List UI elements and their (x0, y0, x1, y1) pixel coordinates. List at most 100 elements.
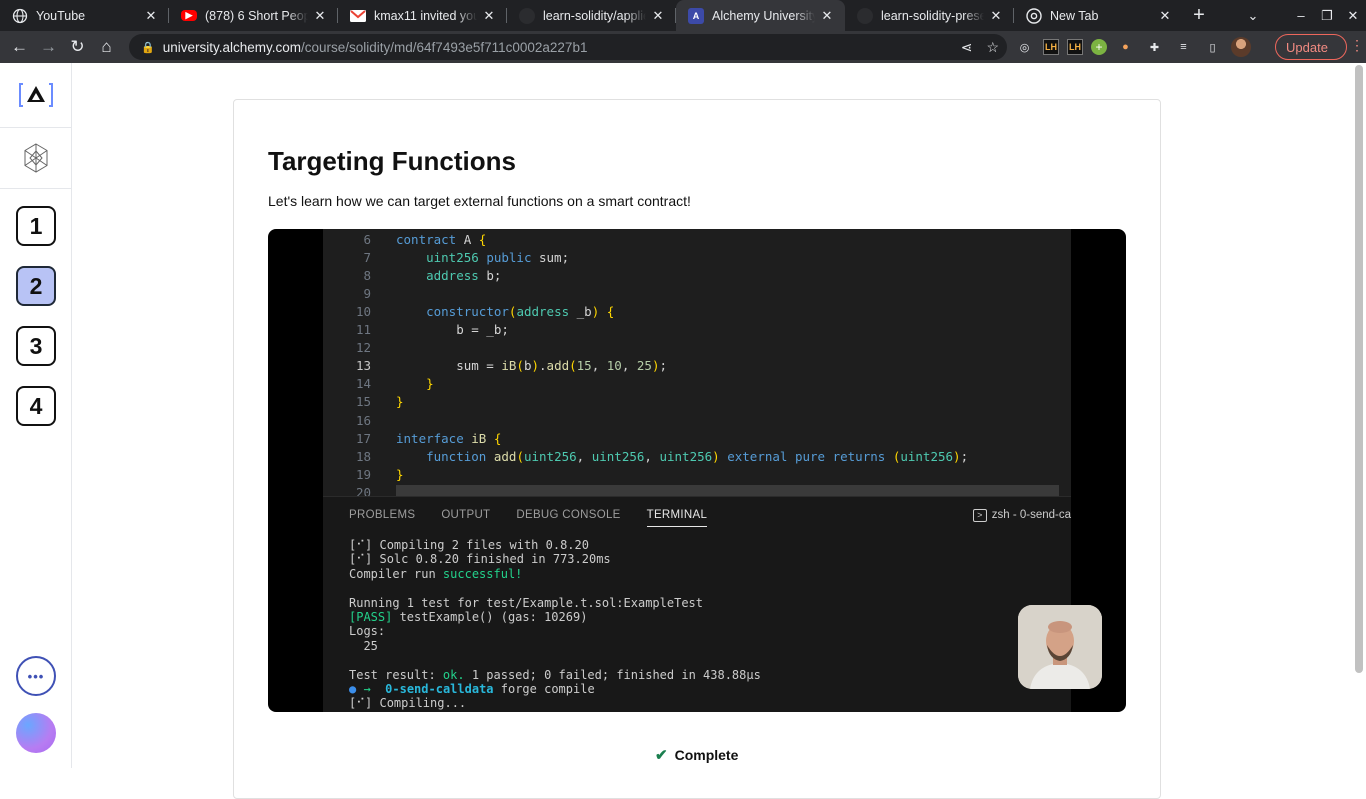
code-text: b = _b; (396, 322, 509, 338)
code-text: } (396, 466, 404, 482)
browser-tab[interactable]: learn-solidity-presen ✕ (845, 0, 1014, 31)
alchemy-logo-icon (18, 83, 53, 107)
chrome-menu-icon[interactable]: ⋮ (1350, 37, 1364, 54)
user-avatar[interactable] (16, 713, 56, 753)
checkmark-icon: ✔ (655, 747, 668, 764)
browser-tab-title: kmax11 invited you t (374, 8, 477, 23)
browser-tab[interactable]: kmax11 invited you t ✕ (338, 0, 507, 31)
course-sidebar: 1 2 3 4 ••• (0, 63, 72, 768)
video-frame-vscode: 6 contract A { 7 uint256 public sum; 8 addr… (323, 229, 1102, 712)
minimize-icon[interactable]: – (1288, 8, 1314, 23)
line-number: 10 (355, 304, 371, 320)
address-bar[interactable]: 🔒 university.alchemy.com/course/solidity… (129, 34, 1007, 60)
extension-target-icon[interactable]: ◎ (1014, 37, 1035, 58)
code-text: constructor(address _b) { (426, 304, 615, 320)
update-button[interactable]: Update (1275, 34, 1347, 60)
forward-icon[interactable]: → (34, 33, 63, 61)
lighthouse-icon[interactable]: LH (1067, 39, 1083, 55)
terminal-line: Test result: ok. 1 passed; 0 failed; fin… (349, 667, 761, 682)
panel-tab-output: OUTPUT (441, 509, 491, 521)
line-number: 8 (363, 268, 371, 284)
terminal-line: Logs: (349, 624, 386, 639)
youtube-icon: ▶ (181, 10, 197, 21)
extension-drop-icon[interactable]: ● (1115, 37, 1136, 58)
panel-tab-terminal: TERMINAL (646, 509, 708, 527)
page-scrollbar[interactable] (1352, 63, 1366, 768)
line-number: 16 (355, 412, 371, 428)
terminal-icon: > (972, 509, 987, 522)
close-tab-icon[interactable]: ✕ (650, 8, 666, 24)
code-text: address b; (426, 268, 502, 284)
code-editor: 6 contract A { 7 uint256 public sum; 8 addr… (323, 229, 1071, 500)
tab-search-icon[interactable]: ⌄ (1240, 8, 1266, 24)
step-1-button[interactable]: 1 (16, 206, 56, 246)
close-tab-icon[interactable]: ✕ (481, 8, 497, 24)
terminal-output: [⠊] Compiling 2 files with 0.8.20 [⠊] Sol… (349, 538, 761, 711)
browser-tab-title: YouTube (36, 8, 86, 23)
code-text: } (396, 394, 404, 410)
step-3-button[interactable]: 3 (16, 326, 56, 366)
line-number: 6 (363, 232, 371, 247)
close-tab-icon[interactable]: ✕ (312, 8, 328, 24)
lighthouse-icon[interactable]: LH (1043, 39, 1059, 55)
browser-tab[interactable]: YouTube ✕ (0, 0, 169, 31)
close-tab-icon[interactable]: ✕ (1157, 8, 1173, 24)
close-window-icon[interactable]: ✕ (1340, 8, 1366, 24)
extensions-puzzle-icon[interactable]: ✚ (1144, 37, 1165, 58)
profile-avatar[interactable] (1231, 37, 1251, 57)
browser-tab-title: Alchemy University (712, 8, 815, 23)
line-number: 7 (363, 250, 371, 266)
bookmark-star-icon[interactable]: ☆ (986, 39, 999, 56)
scrollbar-thumb[interactable] (1355, 65, 1363, 673)
new-tab-button[interactable]: + (1183, 0, 1215, 31)
step-4-button[interactable]: 4 (16, 386, 56, 426)
side-panel-icon[interactable]: ▯ (1202, 37, 1223, 58)
globe-icon (12, 8, 28, 24)
terminal-line: Compiler run successful! (349, 566, 523, 581)
close-tab-icon[interactable]: ✕ (819, 8, 835, 24)
code-text: } (426, 376, 434, 392)
lesson-video-player[interactable]: 6 contract A { 7 uint256 public sum; 8 addr… (268, 229, 1126, 712)
panel-tabs: PROBLEMS OUTPUT DEBUG CONSOLE TERMINAL (349, 509, 708, 527)
browser-tab-title: learn-solidity-presen (881, 8, 984, 23)
extensions-area: ◎ LH LH + ● ✚ ≡ ▯ (1014, 31, 1251, 63)
browser-tab-active[interactable]: A Alchemy University ✕ (676, 0, 845, 31)
editor-horizontal-scrollbar (396, 485, 1059, 496)
terminal-line: ● → 0-send-calldata forge compile (349, 681, 595, 696)
browser-tab[interactable]: ▶ (878) 6 Short People ✕ (169, 0, 338, 31)
close-tab-icon[interactable]: ✕ (143, 8, 159, 24)
terminal-line: [⠊] Compiling... (349, 696, 467, 711)
media-queue-icon[interactable]: ≡ (1173, 37, 1194, 58)
complete-status[interactable]: ✔ Complete (655, 746, 738, 764)
code-text: uint256 public sum; (426, 250, 570, 266)
browser-tab-title: (878) 6 Short People (205, 8, 308, 23)
chrome-icon (1026, 7, 1042, 24)
github-icon (519, 7, 535, 24)
step-2-button[interactable]: 2 (16, 266, 56, 306)
alchemy-logo[interactable] (0, 63, 71, 128)
restore-icon[interactable]: ❐ (1314, 8, 1340, 24)
browser-toolbar: ← → ↻ ⌂ 🔒 university.alchemy.com/course/… (0, 31, 1366, 63)
alchemy-icon: A (688, 7, 704, 24)
browser-tab-strip: YouTube ✕ ▶ (878) 6 Short People ✕ kmax1… (0, 0, 1366, 31)
line-number: 11 (355, 322, 371, 338)
code-text: interface iB { (396, 430, 502, 446)
presenter-webcam (1018, 605, 1102, 689)
university-hex-icon[interactable] (0, 128, 71, 189)
reload-icon[interactable]: ↻ (63, 33, 92, 61)
terminal-session-label: > zsh - 0-send-ca (972, 509, 1071, 522)
browser-tab[interactable]: New Tab ✕ (1014, 0, 1183, 31)
lesson-description: Let's learn how we can target external f… (268, 193, 691, 209)
home-icon[interactable]: ⌂ (92, 33, 121, 61)
close-tab-icon[interactable]: ✕ (988, 8, 1004, 24)
back-icon[interactable]: ← (5, 33, 34, 61)
share-icon[interactable]: ⋖ (961, 39, 973, 56)
code-text: contract A { (396, 232, 487, 247)
extension-plus-icon[interactable]: + (1091, 39, 1107, 55)
window-controls: ⌄ – ❐ ✕ (1240, 0, 1366, 31)
lock-icon[interactable]: 🔒 (141, 41, 155, 54)
browser-tab[interactable]: learn-solidity/applie ✕ (507, 0, 676, 31)
more-options-button[interactable]: ••• (16, 656, 56, 696)
